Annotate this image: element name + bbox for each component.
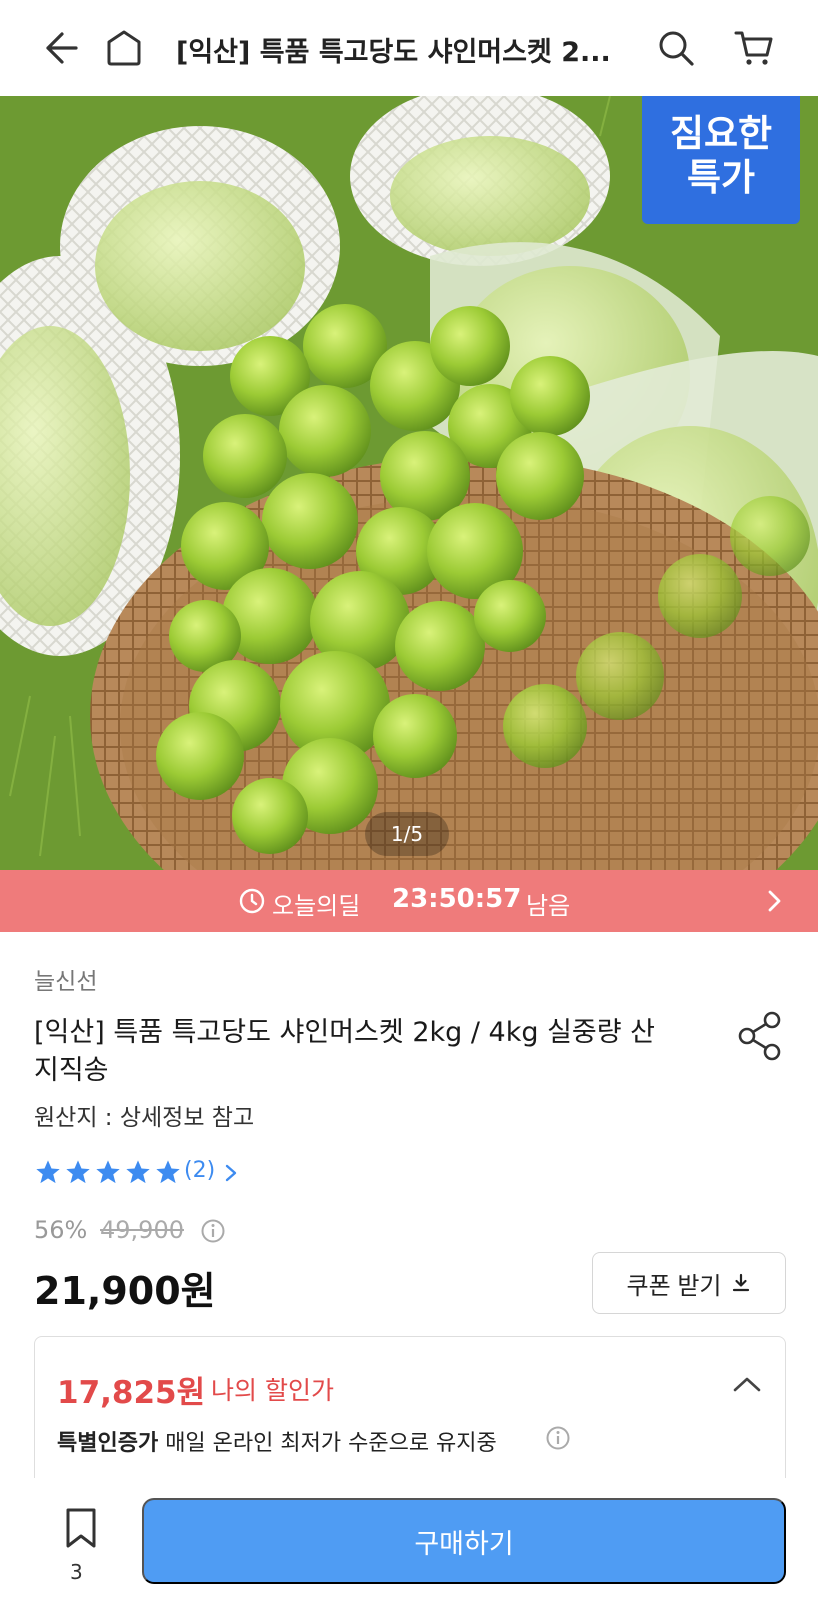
coupon-download-button[interactable]: 쿠폰 받기	[592, 1252, 786, 1314]
bookmark-count: 3	[70, 1560, 83, 1584]
cert-title: 특별인증가	[57, 1431, 159, 1456]
original-price: 49,900	[100, 1216, 184, 1244]
chevron-up-icon[interactable]	[729, 1371, 765, 1397]
my-discount-label: 나의 할인가	[211, 1376, 334, 1405]
badge-line-2: 특가	[686, 156, 756, 199]
product-image-carousel[interactable]: 짐요한 특가 1/5	[0, 96, 818, 870]
clock-icon	[239, 888, 265, 914]
back-arrow-icon[interactable]	[36, 24, 84, 72]
chevron-right-icon	[768, 890, 781, 912]
cart-icon[interactable]	[730, 24, 778, 72]
star-icon	[96, 1160, 120, 1184]
star-icon	[66, 1160, 90, 1184]
download-icon	[732, 1273, 749, 1292]
deal-remain-label: 남음	[526, 892, 571, 920]
rating-stars	[34, 1158, 182, 1186]
bookmark-icon[interactable]	[62, 1506, 100, 1550]
page-title: [익산] 특품 특고당도 샤인머스켓 2...	[176, 37, 611, 68]
certified-price-note: 특별인증가 매일 온라인 최저가 수준으로 유지중	[57, 1425, 497, 1457]
review-count-link[interactable]: (2)	[184, 1158, 215, 1183]
badge-line-1: 짐요한	[669, 112, 773, 155]
special-deal-badge: 짐요한 특가	[642, 96, 800, 224]
cert-text: 매일 온라인 최저가 수준으로 유지중	[158, 1431, 497, 1456]
chevron-right-icon	[225, 1164, 237, 1182]
info-icon[interactable]	[200, 1218, 226, 1244]
product-title: [익산] 특품 특고당도 샤인머스켓 2kg / 4kg 실중량 산지직송	[34, 1017, 656, 1086]
deal-label: 오늘의딜	[272, 892, 361, 920]
coupon-label: 쿠폰 받기	[626, 1272, 722, 1300]
image-pager: 1/5	[365, 812, 449, 856]
star-icon	[156, 1160, 180, 1184]
brand-name[interactable]: 늘신선	[34, 962, 97, 996]
star-icon	[36, 1160, 60, 1184]
share-icon[interactable]	[736, 1010, 784, 1062]
origin-info: 원산지 : 상세정보 참고	[34, 1105, 255, 1131]
discount-rate: 56%	[34, 1216, 88, 1244]
search-icon[interactable]	[652, 24, 700, 72]
my-discount-price: 17,825원	[57, 1375, 206, 1411]
star-icon	[126, 1160, 150, 1184]
buy-button[interactable]: 구매하기	[142, 1498, 786, 1584]
top-header: [익산] 특품 특고당도 샤인머스켓 2...	[0, 0, 818, 96]
todays-deal-bar[interactable]: 오늘의딜 23:50:57 남음	[0, 870, 818, 932]
home-icon[interactable]	[100, 24, 148, 72]
deal-countdown: 23:50:57	[392, 884, 522, 914]
info-icon[interactable]	[545, 1425, 571, 1451]
bottom-action-bar: 3 구매하기	[0, 1478, 818, 1600]
sale-price: 21,900원	[34, 1269, 216, 1313]
